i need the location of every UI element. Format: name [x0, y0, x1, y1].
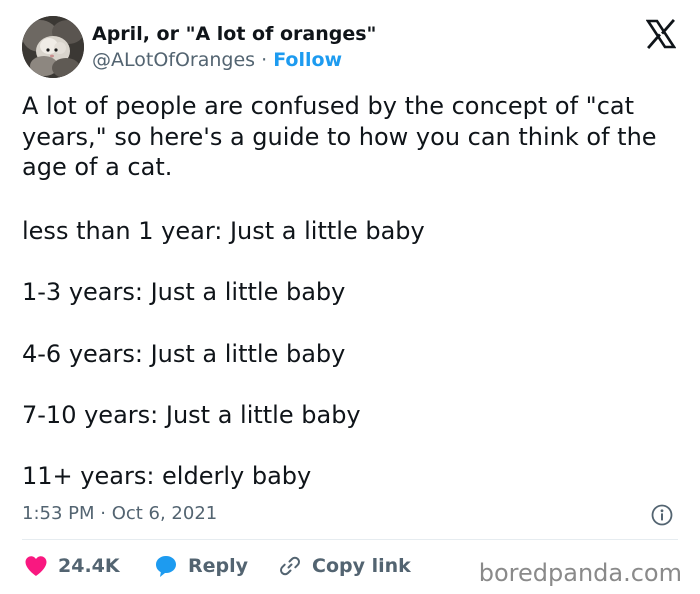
age-line-3: 4-6 years: Just a little baby	[22, 340, 346, 368]
tweet-header: April, or "A lot of oranges" @ALotOfOran…	[22, 16, 678, 78]
user-handle[interactable]: @ALotOfOranges	[92, 49, 255, 71]
follow-button[interactable]: Follow	[273, 49, 342, 71]
tweet-timestamp[interactable]: 1:53 PM · Oct 6, 2021	[22, 502, 217, 526]
watermark: boredpanda.com	[478, 559, 682, 587]
user-info: April, or "A lot of oranges" @ALotOfOran…	[92, 21, 376, 73]
reply-button[interactable]: Reply	[154, 552, 248, 580]
handle-line: @ALotOfOranges · Follow	[92, 47, 376, 73]
info-icon[interactable]	[651, 504, 673, 526]
x-logo-icon[interactable]	[645, 19, 677, 49]
handle-separator: ·	[261, 49, 268, 71]
display-name[interactable]: April, or "A lot of oranges"	[92, 21, 376, 47]
reply-bubble-icon	[156, 556, 176, 577]
link-icon	[280, 556, 300, 576]
reply-label: Reply	[188, 555, 249, 577]
tweet-card: April, or "A lot of oranges" @ALotOfOran…	[0, 0, 700, 594]
divider	[22, 539, 678, 540]
age-line-4: 7-10 years: Just a little baby	[22, 401, 361, 429]
avatar[interactable]	[22, 16, 84, 78]
tweet-intro: A lot of people are confused by the conc…	[22, 92, 657, 181]
copy-link-label: Copy link	[312, 555, 411, 577]
avatar-image	[22, 16, 84, 78]
copy-link-button[interactable]: Copy link	[278, 552, 411, 580]
like-count: 24.4K	[58, 555, 120, 577]
age-line-1: less than 1 year: Just a little baby	[22, 217, 425, 245]
like-button[interactable]: 24.4K	[24, 552, 120, 580]
heart-icon	[25, 556, 47, 576]
tweet-actions: 24.4K Reply Copy link	[22, 552, 492, 580]
age-line-2: 1-3 years: Just a little baby	[22, 278, 346, 306]
age-line-5: 11+ years: elderly baby	[22, 462, 312, 490]
